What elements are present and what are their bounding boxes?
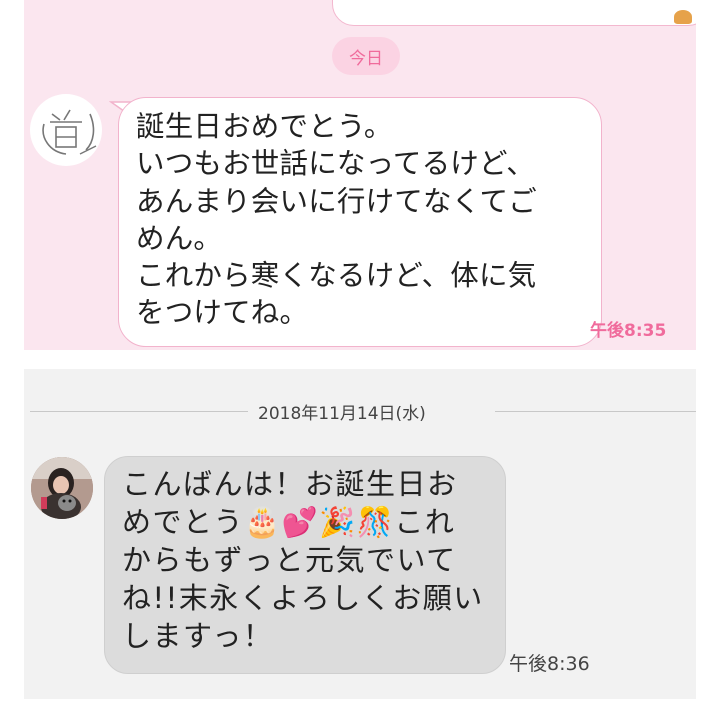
sketch-avatar-icon xyxy=(42,109,97,155)
date-separator: 2018年11月14日(水) xyxy=(258,404,426,424)
top-chat-panel: 今日 誕生日おめでとう。 いつもお世話になってるけど、 あんまり会いに行けてなく… xyxy=(24,0,696,350)
avatar[interactable] xyxy=(31,457,93,519)
previous-message-bubble xyxy=(332,0,696,26)
profile-photo-icon xyxy=(31,457,93,519)
message-timestamp: 午後8:35 xyxy=(590,321,667,341)
emoji-icon xyxy=(674,10,692,24)
divider xyxy=(495,411,696,412)
bottom-chat-panel: 2018年11月14日(水) こんばんは！お誕生日お めでとう🎂💕🎉🎊これ から… xyxy=(24,369,696,699)
message-text: こんばんは！お誕生日お めでとう🎂💕🎉🎊これ からもずっと元気でいて ね!!末永… xyxy=(122,467,484,653)
avatar[interactable] xyxy=(30,94,102,166)
day-separator-chip: 今日 xyxy=(332,37,400,75)
message-text: 誕生日おめでとう。 いつもお世話になってるけど、 あんまり会いに行けてなくてご … xyxy=(136,110,537,330)
message-timestamp: 午後8:36 xyxy=(509,653,590,675)
divider xyxy=(30,411,248,412)
